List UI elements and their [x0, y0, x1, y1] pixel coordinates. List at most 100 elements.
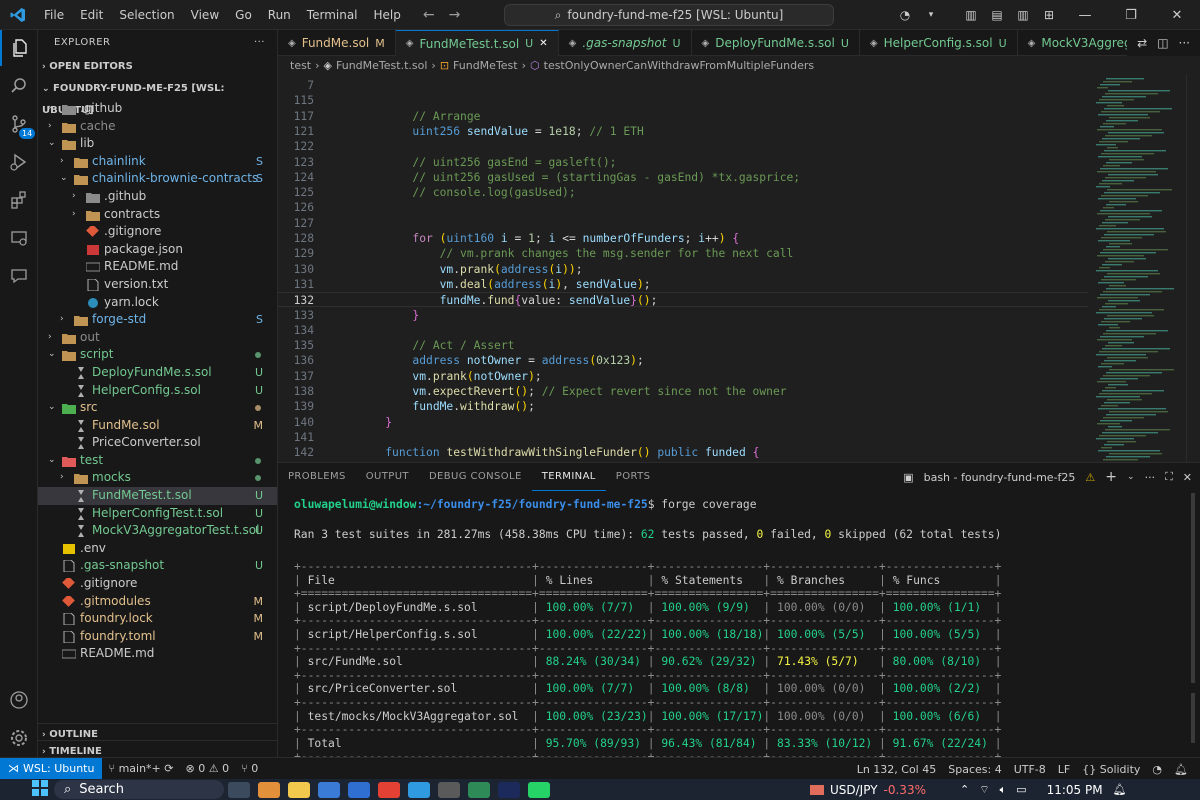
branch-indicator[interactable]: ⑂ main*+ ⟳ [102, 762, 179, 775]
wifi-icon[interactable]: ⌔ [979, 783, 989, 797]
menu-terminal[interactable]: Terminal [299, 0, 366, 30]
ps-app-icon[interactable] [498, 781, 520, 798]
notification-icon[interactable]: 🔔︎ [1113, 783, 1127, 796]
code-line[interactable]: 136 address notOwner = address(0x123); [278, 353, 1088, 368]
file-explorer-icon[interactable] [288, 781, 310, 798]
chevron-down-icon[interactable]: ⌄ [1127, 472, 1135, 482]
toggle-panel-icon[interactable]: ▤ [984, 8, 1010, 22]
line-ending[interactable]: LF [1052, 763, 1076, 776]
code-line[interactable]: 127 [278, 216, 1088, 231]
toggle-secondary-sidebar-icon[interactable]: ▥ [1010, 8, 1036, 22]
tree-item[interactable]: › .github [38, 188, 277, 206]
menu-help[interactable]: Help [366, 0, 409, 30]
breadcrumb-function[interactable]: testOnlyOwnerCanWithdrawFromMultipleFund… [544, 59, 814, 72]
terminal[interactable]: oluwapelumi@window:~/foundry-f25/foundry… [278, 493, 1182, 758]
chrome-icon[interactable] [378, 781, 400, 798]
terminal-name[interactable]: bash - foundry-fund-me-f25 [924, 471, 1076, 484]
stock-widget[interactable]: USD/JPY -0.33% [810, 779, 926, 800]
more-actions-icon[interactable]: ··· [1145, 471, 1156, 484]
tree-item[interactable]: foundry.lock M [38, 610, 277, 628]
maximize-panel-icon[interactable]: ⛶ [1165, 470, 1173, 484]
windows-start-icon[interactable] [32, 780, 48, 799]
settings-gear-icon[interactable] [0, 720, 38, 756]
clock[interactable]: 11:05 PM [1047, 783, 1103, 797]
tree-item[interactable]: yarn.lock [38, 294, 277, 312]
more-actions-icon[interactable]: ··· [1179, 36, 1190, 50]
source-control-icon[interactable]: 14 [0, 106, 38, 142]
code-line[interactable]: 115 [278, 93, 1088, 108]
problems-indicator[interactable]: ⊗ 0 ⚠ 0 [179, 762, 235, 775]
account-icon[interactable] [0, 682, 38, 718]
tree-item[interactable]: ⌄ script [38, 346, 277, 364]
menu-view[interactable]: View [183, 0, 227, 30]
extensions-icon[interactable] [0, 182, 38, 218]
code-line[interactable]: 122 [278, 139, 1088, 154]
taskbar-search[interactable]: ⌕ Search [54, 780, 224, 799]
open-editors-section[interactable]: › OPEN EDITORS [38, 56, 277, 78]
code-line[interactable]: 128 for (uint160 i = 1; i <= numberOfFun… [278, 231, 1088, 246]
close-tab-icon[interactable]: ✕ [539, 38, 547, 49]
tree-item[interactable]: MockV3AggregatorTest.t.sol U [38, 522, 277, 540]
run-debug-icon[interactable] [0, 144, 38, 180]
vscode-taskbar-icon[interactable] [408, 781, 430, 798]
minimap[interactable] [1090, 74, 1186, 462]
tree-item[interactable]: ⌄ lib [38, 135, 277, 153]
panel-tab-output[interactable]: OUTPUT [356, 463, 419, 491]
tree-item[interactable]: .env [38, 540, 277, 558]
tree-item[interactable]: › cache [38, 118, 277, 136]
back-arrow-icon[interactable]: ← [423, 7, 435, 23]
editor-tab[interactable]: ◈ HelperConfig.s.sol U [860, 30, 1018, 56]
code-line[interactable]: 132 fundMe.fund{value: sendValue}(); [278, 292, 1088, 308]
terminal-scrollbar[interactable] [1186, 493, 1200, 758]
menu-edit[interactable]: Edit [72, 0, 111, 30]
tree-item[interactable]: FundMeTest.t.sol U [38, 487, 277, 505]
code-line[interactable]: 131 vm.deal(address(i), sendValue); [278, 277, 1088, 292]
code-line[interactable]: 126 [278, 200, 1088, 215]
tree-item[interactable]: README.md [38, 258, 277, 276]
tree-item[interactable]: › chainlink S [38, 153, 277, 171]
ports-indicator[interactable]: ⑂ 0 [235, 762, 264, 775]
code-line[interactable]: 123 // uint256 gasEnd = gasleft(); [278, 155, 1088, 170]
tree-item[interactable]: DeployFundMe.s.sol U [38, 364, 277, 382]
code-line[interactable]: 140 } [278, 415, 1088, 430]
tree-item[interactable]: ⌄ test [38, 452, 277, 470]
explorer-icon[interactable] [0, 30, 38, 66]
code-editor[interactable]: 7 115 117 // Arrange 121 uint256 sendValue … [278, 74, 1200, 462]
code-line[interactable]: 124 // uint256 gasUsed = (startingGas - … [278, 170, 1088, 185]
notifications-bell-icon[interactable]: 🔔︎ [1168, 763, 1194, 776]
copilot-app-icon[interactable] [258, 781, 280, 798]
minimize-button[interactable]: — [1062, 8, 1108, 23]
encoding[interactable]: UTF-8 [1008, 763, 1052, 776]
whatsapp-icon[interactable] [528, 781, 550, 798]
code-line[interactable]: 138 vm.expectRevert(); // Expect revert … [278, 384, 1088, 399]
editor-tab[interactable]: ◈ FundMeTest.t.sol U ✕ [395, 30, 559, 56]
code-line[interactable]: 139 fundMe.withdraw(); [278, 399, 1088, 414]
menu-file[interactable]: File [36, 0, 72, 30]
code-line[interactable]: 141 [278, 430, 1088, 445]
tree-item[interactable]: .gitignore [38, 223, 277, 241]
workspace-root[interactable]: ⌄ FOUNDRY-FUND-ME-F25 [WSL: UBUNTU] [38, 78, 277, 116]
code-line[interactable]: 130 vm.prank(address(i)); [278, 262, 1088, 277]
close-panel-icon[interactable]: ✕ [1183, 471, 1192, 484]
customize-layout-icon[interactable]: ⊞ [1036, 8, 1062, 22]
mail-icon[interactable] [348, 781, 370, 798]
vscode-logo-icon[interactable] [0, 0, 36, 30]
editor-tab[interactable]: ◈ FundMe.sol M [278, 30, 396, 56]
tree-item[interactable]: PriceConverter.sol [38, 434, 277, 452]
menu-selection[interactable]: Selection [111, 0, 182, 30]
tree-item[interactable]: › .github [38, 100, 277, 118]
volume-icon[interactable]: 🔈︎ [1000, 783, 1007, 797]
command-center[interactable]: ⌕ foundry-fund-me-f25 [WSL: Ubuntu] [504, 4, 834, 26]
code-line[interactable]: 135 // Act / Assert [278, 338, 1088, 353]
close-window-button[interactable]: ✕ [1154, 8, 1200, 23]
task-view-icon[interactable] [228, 781, 250, 798]
remote-indicator[interactable]: ⋊ WSL: Ubuntu [0, 757, 103, 780]
menu-run[interactable]: Run [260, 0, 299, 30]
new-terminal-icon[interactable]: + [1105, 469, 1117, 485]
copilot-icon[interactable]: ◔ [892, 8, 918, 22]
tree-item[interactable]: version.txt [38, 276, 277, 294]
menu-go[interactable]: Go [227, 0, 260, 30]
code-line[interactable]: 7 [278, 78, 1088, 93]
code-line[interactable]: 121 uint256 sendValue = 1e18; // 1 ETH [278, 124, 1088, 139]
panel-tab-debug-console[interactable]: DEBUG CONSOLE [419, 463, 532, 491]
